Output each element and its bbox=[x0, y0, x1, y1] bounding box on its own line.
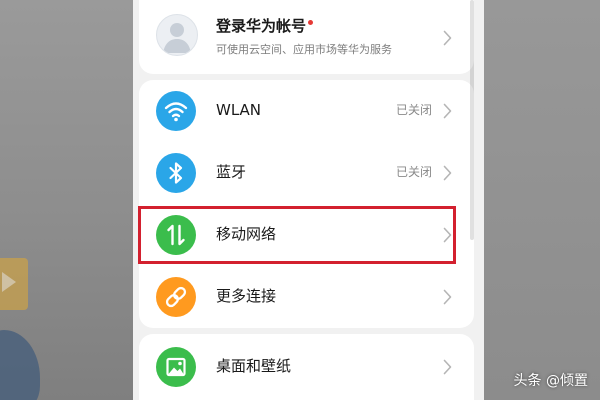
chevron-right-icon bbox=[443, 289, 452, 305]
person-icon bbox=[163, 23, 191, 53]
link-icon bbox=[156, 277, 196, 317]
bluetooth-icon bbox=[156, 153, 196, 193]
bluetooth-label: 蓝牙 bbox=[216, 163, 247, 181]
settings-screen: 登录华为帐号 可使用云空间、应用市场等华为服务 WLAN 已关闭 蓝牙 已关闭 … bbox=[133, 0, 484, 400]
more-connections-label: 更多连接 bbox=[216, 287, 277, 305]
bluetooth-status: 已关闭 bbox=[395, 165, 432, 179]
watermark: 头条 @倾置 bbox=[513, 373, 588, 389]
chevron-right-icon bbox=[443, 30, 452, 46]
wallpaper-icon bbox=[156, 347, 196, 387]
avatar bbox=[156, 14, 198, 56]
wifi-icon bbox=[156, 91, 196, 131]
chevron-right-icon bbox=[443, 359, 452, 375]
network-card: WLAN 已关闭 蓝牙 已关闭 移动网络 更多连接 bbox=[139, 80, 474, 328]
account-card[interactable]: 登录华为帐号 可使用云空间、应用市场等华为服务 bbox=[139, 0, 474, 74]
account-subtitle: 可使用云空间、应用市场等华为服务 bbox=[216, 43, 392, 56]
notification-dot bbox=[308, 20, 314, 25]
highlight-box bbox=[138, 206, 456, 264]
desktop-wallpaper-label: 桌面和壁纸 bbox=[216, 357, 292, 375]
background-app-tile bbox=[0, 258, 28, 310]
chevron-right-icon bbox=[443, 103, 452, 119]
bluetooth-item[interactable]: 蓝牙 已关闭 bbox=[139, 142, 474, 204]
wlan-status: 已关闭 bbox=[395, 103, 432, 117]
background-left bbox=[0, 0, 133, 400]
scrollbar[interactable] bbox=[470, 0, 474, 240]
desktop-wallpaper-item[interactable]: 桌面和壁纸 bbox=[139, 336, 474, 398]
background-shape bbox=[0, 330, 40, 400]
wlan-label: WLAN bbox=[216, 101, 262, 119]
wlan-item[interactable]: WLAN 已关闭 bbox=[139, 80, 474, 142]
chevron-right-icon bbox=[443, 165, 452, 181]
more-connections-item[interactable]: 更多连接 bbox=[139, 266, 474, 328]
account-title: 登录华为帐号 bbox=[216, 16, 314, 36]
background-right bbox=[484, 0, 600, 400]
display-card: 桌面和壁纸 bbox=[139, 334, 474, 400]
